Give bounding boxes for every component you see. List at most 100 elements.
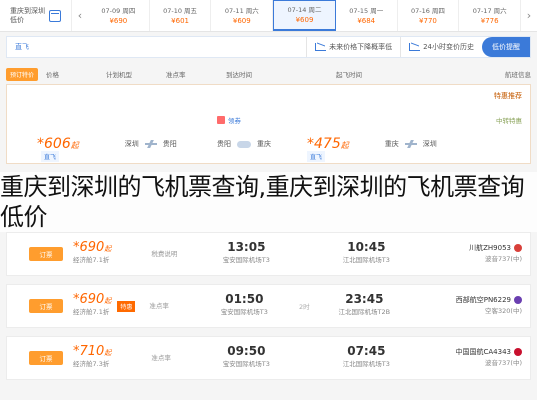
flight-arrival: 13:05 宝安国际机场T3 [201, 241, 291, 267]
prev-date-arrow[interactable]: ‹ [72, 0, 88, 31]
arrival-time: 01:50 [225, 292, 264, 306]
special-booking-button[interactable]: 预订特价 [6, 67, 39, 81]
flight-price-value: *710起 [73, 344, 112, 359]
sort-price[interactable]: 价格 [46, 69, 106, 79]
flight-discount: 经济舱7.3折 [73, 360, 110, 368]
coupon-link[interactable]: 领券 [217, 115, 241, 125]
aircraft-type: 波音737(中) [485, 359, 522, 367]
special-from: 重庆 [257, 140, 271, 148]
flight-price-value: *690起 [73, 292, 112, 307]
flight-departure: 10:45 江北国际机场T3 [321, 241, 411, 267]
price-trend[interactable]: 未来价格下降概率低 [306, 37, 400, 57]
special-offers: 特惠推荐 中转特惠 领券 *606起 深圳 贵阳 直飞 贵阳 重庆 *475起 … [6, 84, 531, 164]
price-history[interactable]: 24小时变价历史 [400, 37, 482, 57]
date-label: 07-11 周六 [224, 6, 259, 15]
next-date-arrow[interactable]: › [521, 0, 537, 31]
price-trend-text: 未来价格下降概率低 [329, 43, 393, 51]
special-from: 深圳 [422, 140, 437, 148]
flight-row[interactable]: 订票 *690起 经济舱7.1折 税费说明 13:05 宝安国际机场T3 10:4… [6, 232, 531, 276]
flight-ontime: 准点率 [151, 354, 171, 362]
flight-price: *690起 经济舱7.1折 [73, 240, 112, 266]
flight-airline: 西部航空PN6229 空客320(中) [409, 295, 530, 317]
plane-icon [404, 140, 417, 148]
airline-logo-icon [514, 348, 522, 356]
date-label: 07-16 周四 [410, 6, 445, 15]
special-price-value: 606 [44, 136, 71, 152]
special-card[interactable]: *475起 重庆 深圳 [307, 127, 437, 161]
date-cell[interactable]: 07-15 周一 ¥684 [336, 0, 398, 31]
sort-flight-info[interactable]: 航班信息 [426, 69, 531, 79]
flight-arrival: 01:50 宝安国际机场T3 [199, 293, 289, 319]
airline-logo-icon [514, 244, 522, 252]
promo-badge: 特惠 [117, 300, 136, 312]
airline-name: 中国国航CA4343 [455, 348, 512, 356]
departure-airport: 江北国际机场T3 [342, 360, 390, 368]
price-unit: 起 [104, 349, 112, 357]
flight-arrival: 09:50 宝安国际机场T3 [201, 345, 291, 371]
date-cell[interactable]: 07-11 周六 ¥609 [211, 0, 274, 31]
flight-row[interactable]: 订票 *690起 经济舱7.1折 特惠 准点率 01:50 宝安国际机场T3 2时… [6, 284, 531, 328]
book-button[interactable]: 订票 [29, 351, 63, 365]
date-cell[interactable]: 07-10 周五 ¥601 [150, 0, 212, 31]
book-button[interactable]: 订票 [29, 247, 63, 261]
special-to: 重庆 [384, 140, 399, 148]
flight-row[interactable]: 订票 *710起 经济舱7.3折 准点率 09:50 宝安国际机场T3 07:45… [6, 336, 531, 380]
flight-departure: 23:45 江北国际机场T2B [319, 293, 409, 319]
book-button[interactable]: 订票 [29, 299, 63, 313]
calendar-label-1: 重庆到深圳 [10, 6, 45, 15]
date-label: 07-10 周五 [163, 6, 198, 15]
departure-airport: 江北国际机场T2B [338, 308, 391, 316]
special-from: 贵阳 [162, 140, 177, 148]
history-chart-icon [409, 43, 421, 51]
arrival-airport: 宝安国际机场T3 [222, 360, 270, 368]
special-tag: 直飞 [41, 151, 60, 162]
price-value: 690 [79, 292, 105, 307]
departure-time: 10:45 [347, 240, 386, 254]
filter-direct[interactable]: 直飞 [7, 37, 37, 57]
flight-discount: 经济舱7.1折 [73, 256, 110, 264]
price-history-text: 24小时变价历史 [423, 43, 474, 51]
date-cell-selected[interactable]: 07-14 周二 ¥609 [273, 0, 336, 31]
results-header: 预订特价 价格 计划机型 准点率 到达时间 起飞时间 航班信息 [6, 66, 531, 82]
sort-arrival[interactable]: 到达时间 [226, 69, 336, 79]
special-to: 深圳 [124, 140, 139, 148]
price-unit: 起 [104, 297, 112, 305]
airline-name: 西部航空PN6229 [455, 296, 511, 304]
flight-airline: 川航ZH9053 波音737(中) [411, 243, 530, 265]
low-price-calendar[interactable]: 重庆到深圳 低价 [0, 0, 72, 31]
special-price: *606起 [37, 136, 79, 152]
special-price-value: 475 [314, 136, 341, 152]
aircraft-type: 空客320(中) [485, 307, 522, 315]
date-cell[interactable]: 07-16 周四 ¥770 [398, 0, 460, 31]
flight-price: *690起 经济舱7.1折 [73, 292, 112, 318]
sort-departure[interactable]: 起飞时间 [336, 69, 426, 79]
date-price: ¥690 [109, 16, 128, 25]
date-cell[interactable]: 07-17 周六 ¥776 [459, 0, 522, 31]
airline-logo-icon [514, 296, 522, 304]
flight-price-value: *690起 [73, 240, 112, 255]
flight-search-page: 重庆到深圳 低价 ‹ 07-09 周四 ¥690 07-10 周五 ¥601 07-… [0, 0, 537, 400]
special-to: 贵阳 [217, 140, 231, 148]
flight-airline: 中国国航CA4343 波音737(中) [411, 347, 530, 369]
overlay-caption: 重庆到深圳的飞机票查询,重庆到深圳的飞机票查询低价 [0, 172, 537, 232]
price-value: 690 [79, 240, 105, 255]
plane-icon [144, 140, 157, 148]
low-price-alert-button[interactable]: 低价提醒 [482, 37, 530, 57]
date-price: ¥770 [419, 16, 437, 25]
airline-name: 川航ZH9053 [469, 244, 511, 252]
special-price-unit: 起 [340, 141, 349, 150]
date-label: 07-17 周六 [472, 6, 507, 15]
price-value: 710 [79, 344, 105, 359]
date-price: ¥776 [480, 16, 499, 25]
special-price: *475起 [307, 136, 349, 152]
special-title: 特惠推荐 [494, 92, 522, 100]
trend-chart-icon [315, 43, 327, 51]
date-price: ¥609 [232, 16, 251, 25]
arrival-airport: 宝安国际机场T3 [220, 308, 268, 316]
special-card[interactable]: 贵阳 重庆 [197, 127, 271, 161]
sort-aircraft[interactable]: 计划机型 [106, 69, 166, 79]
date-cell[interactable]: 07-09 周四 ¥690 [88, 0, 150, 31]
flight-departure: 07:45 江北国际机场T3 [321, 345, 411, 371]
sort-ontime[interactable]: 准点率 [166, 69, 226, 79]
flight-tax: 税费说明 [151, 250, 178, 258]
